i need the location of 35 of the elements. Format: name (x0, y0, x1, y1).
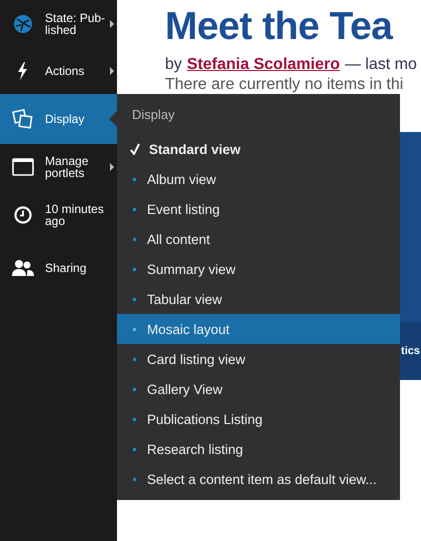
menu-item[interactable]: Select a content item as default view... (117, 464, 400, 494)
menu-item[interactable]: Mosaic layout (117, 314, 400, 344)
sidebar-item[interactable]: Display (0, 94, 117, 144)
sidebar-item[interactable]: Manage portlets (0, 144, 117, 190)
menu-item[interactable]: Event listing (117, 194, 400, 224)
sidebar-label: Manage portlets (45, 155, 88, 179)
sidebar-item[interactable]: Actions (0, 47, 117, 94)
menu-item[interactable]: All content (117, 224, 400, 254)
sidebar-item[interactable]: Sharing (0, 240, 117, 296)
byline-text: by (165, 56, 182, 74)
notice-text: There are currently no items in thi (165, 76, 404, 94)
sidebar-label: 10 minutes ago (45, 203, 104, 227)
sidebar-item[interactable]: 10 minutes ago (0, 190, 117, 240)
sidebar-label: Actions (45, 64, 84, 76)
page-title: Meet the Tea (165, 4, 394, 50)
menu-item[interactable]: Standard view (117, 134, 400, 164)
menu-item[interactable]: Publications Listing (117, 404, 400, 434)
globe-icon (11, 14, 35, 34)
byline-text: — last mo (344, 56, 417, 74)
overlapping-squares-icon (11, 108, 35, 130)
sidebar-label: State: Pub- lished (45, 12, 106, 36)
sidebar-label: Sharing (45, 262, 86, 274)
footer-text: tics (401, 345, 421, 357)
menu-header: Display (132, 106, 175, 122)
menu-item[interactable]: Gallery View (117, 374, 400, 404)
author-link[interactable]: Stefania Scolamiero (186, 56, 340, 74)
window-icon (11, 157, 35, 177)
users-icon (11, 258, 35, 278)
menu-item[interactable]: Research listing (117, 434, 400, 464)
sidebar-label: Display (45, 113, 84, 125)
sidebar-item[interactable]: State: Pub- lished (0, 0, 117, 47)
menu-item[interactable]: Album view (117, 164, 400, 194)
menu-item[interactable]: Card listing view (117, 344, 400, 374)
menu-item[interactable]: Tabular view (117, 284, 400, 314)
menu-item[interactable]: Summary view (117, 254, 400, 284)
